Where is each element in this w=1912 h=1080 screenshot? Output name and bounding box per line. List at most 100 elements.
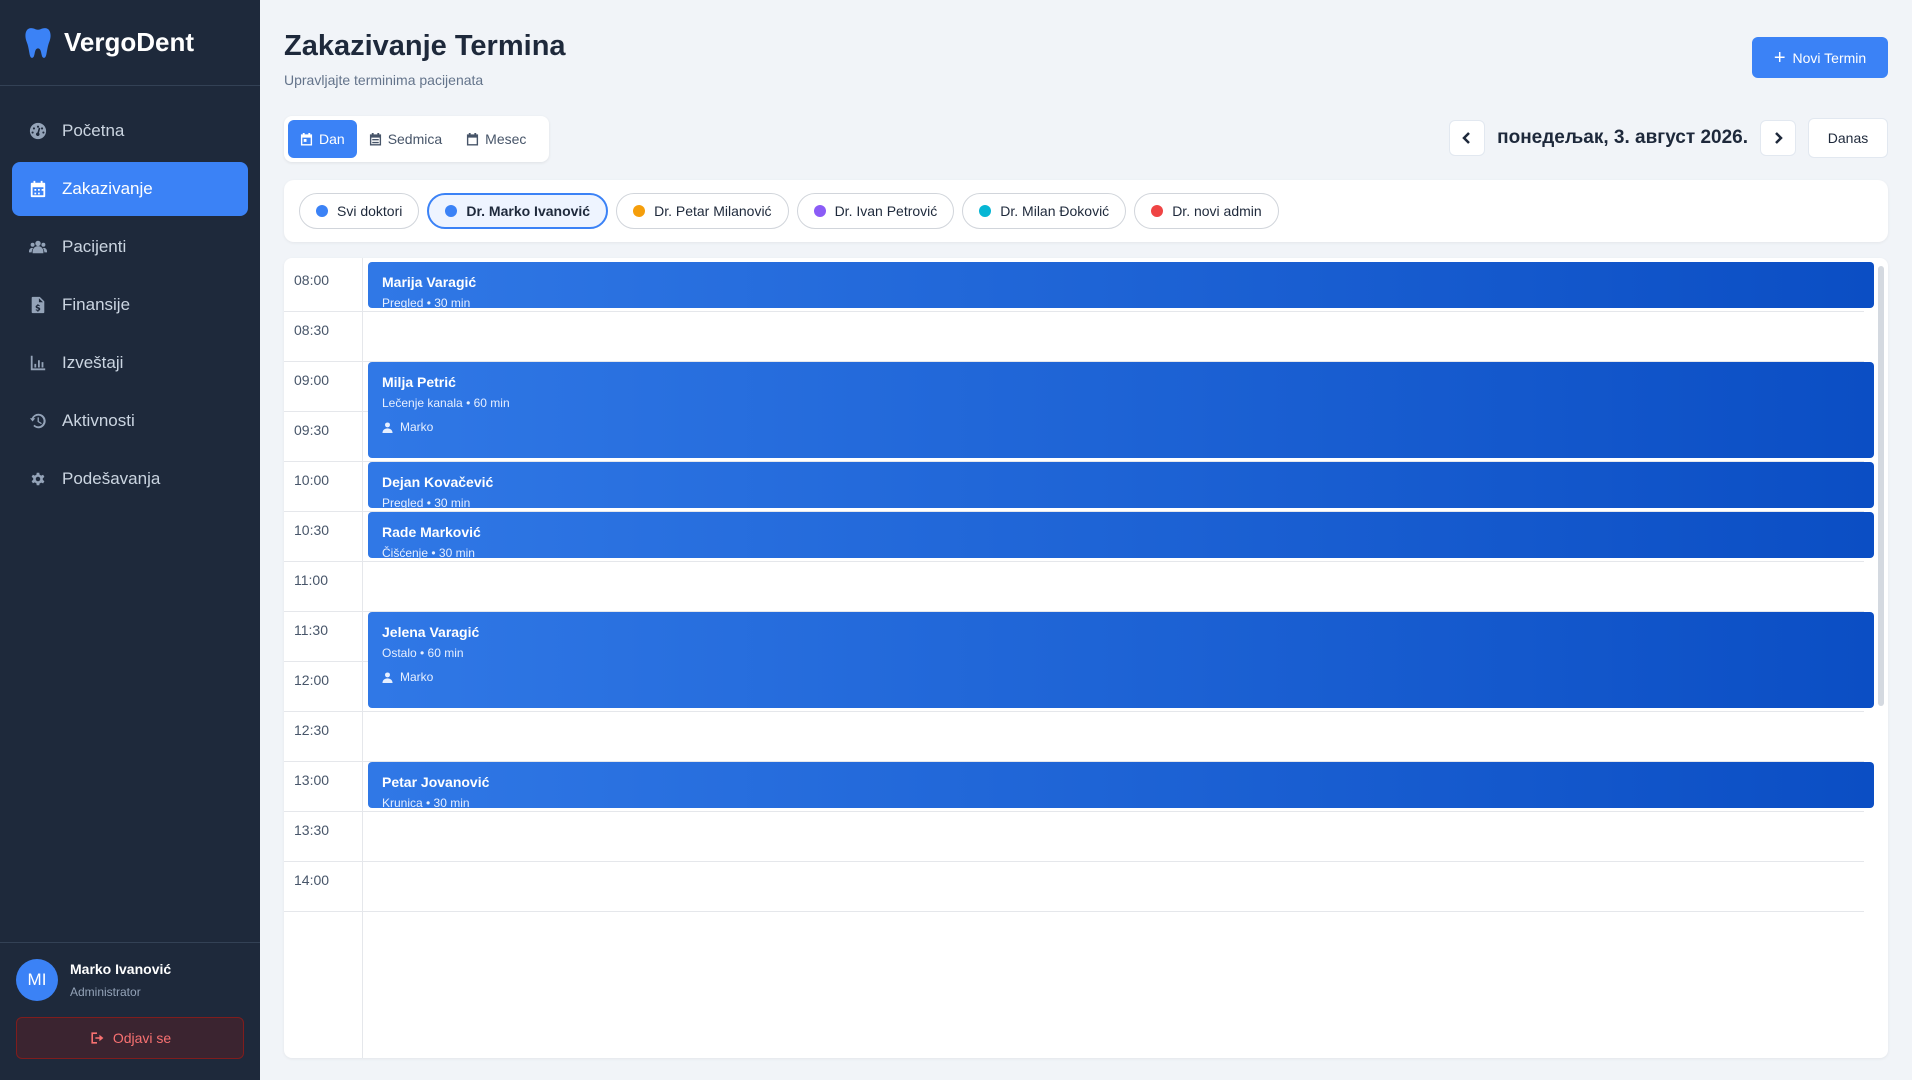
users-icon <box>28 237 48 257</box>
nav-item-finansije[interactable]: Finansije <box>12 278 248 332</box>
time-label: 08:00 <box>294 272 330 288</box>
time-label: 08:30 <box>294 322 330 338</box>
appointment-patient: Rade Marković <box>382 524 481 540</box>
appointment-card[interactable]: Marija Varagić Pregled • 30 min <box>368 262 1874 310</box>
view-switcher: Dan Sedmica Mesec <box>284 116 549 162</box>
appointment-detail: Ostalo • 60 min <box>382 646 464 660</box>
time-label: 09:30 <box>294 422 330 438</box>
plus-icon: + <box>1773 46 1786 69</box>
calendar-scrollbar[interactable] <box>1878 266 1884 706</box>
logout-label: Odjavi se <box>112 1030 172 1046</box>
appointment-detail: Krunica • 30 min <box>382 796 470 810</box>
doctor-color-dot <box>633 205 646 217</box>
doctor-chip-label: Dr. Marko Ivanović <box>466 203 591 219</box>
chevron-right-icon <box>1775 132 1783 144</box>
nav-item-aktivnosti[interactable]: Aktivnosti <box>12 394 248 448</box>
appointment-detail: Čišćenje • 30 min <box>382 546 475 560</box>
brand[interactable]: VergoDent <box>0 0 260 86</box>
user-icon <box>382 421 393 433</box>
calendar-month-icon <box>467 132 479 146</box>
doctor-chip[interactable]: Dr. Ivan Petrović <box>796 193 955 229</box>
gear-icon <box>28 469 48 489</box>
history-icon <box>28 411 48 431</box>
next-day-button[interactable] <box>1760 120 1796 156</box>
time-label: 10:30 <box>294 522 330 538</box>
doctor-chip[interactable]: Dr. Petar Milanović <box>616 193 789 229</box>
user-role: Administrator <box>70 985 141 999</box>
calendar-week-icon <box>369 132 381 146</box>
doctor-color-dot <box>316 205 328 217</box>
doctor-color-dot <box>813 205 826 217</box>
chevron-left-icon <box>1462 132 1471 144</box>
appointment-patient: Jelena Varagić <box>382 624 480 640</box>
appointment-doctor: Marko <box>382 670 1860 684</box>
doctor-color-dot <box>979 205 992 217</box>
doctor-chip-label: Dr. Petar Milanović <box>654 203 772 219</box>
appointment-patient: Dejan Kovačević <box>382 474 494 490</box>
today-button[interactable]: Danas <box>1808 118 1888 158</box>
date-navigation: понедељак, 3. август 2026. Danas <box>1449 118 1888 158</box>
nav-label: Podešavanja <box>62 469 161 488</box>
doctor-chip[interactable]: Dr. Milan Đoković <box>962 193 1127 229</box>
doctor-filter-bar: Svi doktori Dr. Marko Ivanović Dr. Petar M… <box>284 180 1888 242</box>
appointment-card[interactable]: Jelena Varagić Ostalo • 60 min Marko <box>368 612 1874 708</box>
tooth-icon <box>25 27 51 58</box>
time-label: 13:00 <box>294 772 330 788</box>
time-label: 09:00 <box>294 372 330 388</box>
chart-icon <box>28 353 48 373</box>
nav-item-pocetna[interactable]: Početna <box>12 104 248 158</box>
doctor-color-dot <box>1151 205 1164 217</box>
nav-item-pacijenti[interactable]: Pacijenti <box>12 220 248 274</box>
doctor-color-dot <box>445 205 458 217</box>
appointment-patient: Marija Varagić <box>382 274 477 290</box>
view-day-button[interactable]: Dan <box>288 120 357 158</box>
nav-item-izvestaji[interactable]: Izveštaji <box>12 336 248 390</box>
nav-label: Aktivnosti <box>62 411 135 430</box>
view-label: Mesec <box>485 131 527 147</box>
appointment-card[interactable]: Rade Marković Čišćenje • 30 min <box>368 512 1874 560</box>
current-date: понедељак, 3. август 2026. <box>1497 127 1748 148</box>
appointment-doctor: Marko <box>382 420 1860 434</box>
nav-label: Finansije <box>62 295 131 314</box>
appointment-card[interactable]: Dejan Kovačević Pregled • 30 min <box>368 462 1874 510</box>
nav-label: Zakazivanje <box>62 179 153 198</box>
user-panel: MI Marko Ivanović Administrator Odjavi s… <box>0 942 260 1080</box>
main-content: Zakazivanje Termina Upravljajte terminim… <box>260 0 1912 1080</box>
view-label: Sedmica <box>387 131 443 147</box>
doctor-chip-label: Svi doktori <box>337 203 403 219</box>
nav-label: Izveštaji <box>62 353 124 372</box>
nav-item-podesavanja[interactable]: Podešavanja <box>12 452 248 506</box>
time-label: 12:30 <box>294 722 330 738</box>
appointment-card[interactable]: Milja Petrić Lečenje kanala • 60 min Marko <box>368 362 1874 458</box>
new-appointment-button[interactable]: + Novi Termin <box>1752 37 1888 78</box>
calendar-day-icon <box>300 132 313 146</box>
dashboard-icon <box>28 121 48 141</box>
nav-label: Pacijenti <box>62 237 127 256</box>
doctor-chip-label: Dr. Milan Đoković <box>1000 203 1110 219</box>
sidebar-nav: Početna Zakazivanje Pacijenti Finansije … <box>0 86 260 506</box>
nav-item-zakazivanje[interactable]: Zakazivanje <box>12 162 248 216</box>
logout-button[interactable]: Odjavi se <box>16 1017 244 1059</box>
time-slot-divider <box>284 311 1864 312</box>
new-appointment-label: Novi Termin <box>1792 49 1867 66</box>
time-label: 14:00 <box>294 872 330 888</box>
doctor-chip[interactable]: Dr. novi admin <box>1134 193 1279 229</box>
prev-day-button[interactable] <box>1449 120 1486 156</box>
user-name: Marko Ivanović <box>70 961 172 977</box>
appointment-card[interactable]: Petar Jovanović Krunica • 30 min <box>368 762 1874 810</box>
view-week-button[interactable]: Sedmica <box>357 120 454 158</box>
page-subtitle: Upravljajte terminima pacijenata <box>284 72 484 88</box>
doctor-chip[interactable]: Dr. Marko Ivanović <box>427 193 609 229</box>
time-label: 11:00 <box>294 572 328 588</box>
sidebar: VergoDent Početna Zakazivanje Pacijenti … <box>0 0 260 1080</box>
brand-name: VergoDent <box>64 27 195 57</box>
user-icon <box>382 671 393 683</box>
time-slot-divider <box>284 561 1864 562</box>
doctor-chip[interactable]: Svi doktori <box>299 193 420 229</box>
view-month-button[interactable]: Mesec <box>454 120 538 158</box>
logout-icon <box>91 1032 104 1044</box>
page-title: Zakazivanje Termina <box>284 30 566 62</box>
appointment-doctor-name: Marko <box>400 420 434 434</box>
doctor-chip-label: Dr. novi admin <box>1172 203 1262 219</box>
appointment-patient: Petar Jovanović <box>382 774 490 790</box>
